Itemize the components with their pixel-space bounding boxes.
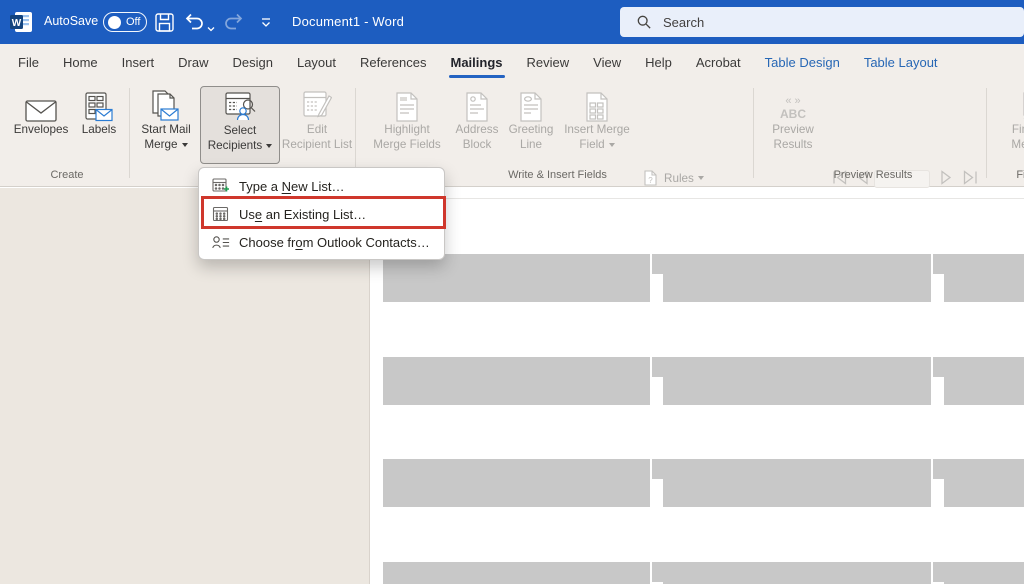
chevron-down-icon xyxy=(266,144,272,148)
select-recipients-icon xyxy=(224,87,256,123)
svg-text:W: W xyxy=(12,18,22,29)
edit-recipient-list-icon xyxy=(302,86,332,122)
save-icon[interactable] xyxy=(154,12,174,32)
shaded-label-cell xyxy=(663,459,931,507)
start-mail-merge-button[interactable]: Start Mail Merge xyxy=(134,86,198,164)
shaded-label-cell xyxy=(383,357,650,405)
group-separator xyxy=(129,88,130,178)
chevron-down-icon xyxy=(609,143,615,147)
greeting-line-icon xyxy=(519,86,543,122)
tab-acrobat[interactable]: Acrobat xyxy=(684,44,753,80)
preview-results-button: « » ABC Preview Results xyxy=(762,86,824,164)
shaded-label-cell xyxy=(663,254,931,302)
customize-toolbar-icon[interactable] xyxy=(256,12,276,32)
chevron-down-icon xyxy=(182,143,188,147)
tab-draw[interactable]: Draw xyxy=(166,44,220,80)
label-spacer-cell xyxy=(931,562,944,584)
labels-icon xyxy=(85,86,113,122)
label-spacer-cell xyxy=(931,459,944,507)
preview-results-icon: « » ABC xyxy=(776,86,810,122)
tab-mailings[interactable]: Mailings xyxy=(439,44,515,80)
word-window: W AutoSave Off xyxy=(0,0,1024,584)
svg-text:ABC: ABC xyxy=(780,107,806,121)
chevron-down-icon xyxy=(698,176,704,180)
redo-icon xyxy=(224,12,244,32)
table-top-border xyxy=(371,198,1024,199)
outlook-contacts-icon xyxy=(212,233,230,251)
finish-merge-button: Finish & Merge xyxy=(996,86,1024,164)
shaded-label-cell xyxy=(383,459,650,507)
document-title: Document1 - Word xyxy=(292,14,404,29)
undo-dropdown-icon[interactable] xyxy=(207,19,215,37)
label-spacer-cell xyxy=(650,254,663,302)
shaded-label-cell xyxy=(944,254,1024,302)
labels-button[interactable]: Labels xyxy=(74,86,124,164)
start-mail-merge-icon xyxy=(152,86,180,122)
label-spacer-cell xyxy=(931,254,944,302)
shaded-label-cell xyxy=(383,562,650,584)
insert-merge-field-icon xyxy=(585,86,609,122)
tab-file[interactable]: File xyxy=(6,44,51,80)
autosave-state: Off xyxy=(126,16,140,28)
label-spacer-cell xyxy=(650,459,663,507)
tab-review[interactable]: Review xyxy=(515,44,582,80)
word-logo-icon: W xyxy=(9,10,33,34)
search-placeholder: Search xyxy=(663,15,704,30)
tab-layout[interactable]: Layout xyxy=(285,44,348,80)
tab-design[interactable]: Design xyxy=(221,44,285,80)
group-separator xyxy=(986,88,987,178)
tab-table-design[interactable]: Table Design xyxy=(753,44,852,80)
envelope-icon xyxy=(25,86,57,122)
svg-text:« »: « » xyxy=(785,95,800,107)
label-table-row xyxy=(383,562,1024,584)
shaded-label-cell xyxy=(944,357,1024,405)
address-block-button: Address Block xyxy=(452,86,502,164)
edit-recipient-list-button: Edit Recipient List xyxy=(282,86,352,164)
undo-icon[interactable] xyxy=(184,12,204,32)
group-label-preview-results: Preview Results xyxy=(760,169,986,181)
ribbon-tabs: File Home Insert Draw Design Layout Refe… xyxy=(0,44,1024,80)
group-label-finish: Finish xyxy=(996,169,1024,181)
address-block-icon xyxy=(465,86,489,122)
highlight-merge-fields-icon xyxy=(395,86,419,122)
shaded-label-cell xyxy=(663,357,931,405)
tab-view[interactable]: View xyxy=(581,44,633,80)
shaded-label-cell xyxy=(663,562,931,584)
table-new-list-icon xyxy=(212,177,230,195)
label-spacer-cell xyxy=(931,357,944,405)
tab-help[interactable]: Help xyxy=(633,44,684,80)
group-separator xyxy=(753,88,754,178)
label-table-row xyxy=(383,357,1024,405)
label-table-row xyxy=(383,459,1024,507)
group-label-write-insert-fields: Write & Insert Fields xyxy=(430,169,685,181)
document-page[interactable] xyxy=(371,188,1024,584)
search-icon xyxy=(637,15,651,29)
highlight-merge-fields-button: Highlight Merge Fields xyxy=(362,86,452,164)
tab-insert[interactable]: Insert xyxy=(110,44,167,80)
finish-merge-icon xyxy=(1020,86,1024,122)
title-bar: W AutoSave Off xyxy=(0,0,1024,44)
greeting-line-button: Greeting Line xyxy=(504,86,558,164)
menu-item-choose-from-outlook-contacts[interactable]: Choose from Outlook Contacts… xyxy=(199,228,444,256)
tab-references[interactable]: References xyxy=(348,44,438,80)
envelopes-button[interactable]: Envelopes xyxy=(10,86,72,164)
label-table-row xyxy=(383,254,1024,302)
insert-merge-field-button: Insert Merge Field xyxy=(560,86,634,164)
autosave-label: AutoSave xyxy=(44,14,98,28)
label-spacer-cell xyxy=(650,357,663,405)
label-spacer-cell xyxy=(650,562,663,584)
tab-home[interactable]: Home xyxy=(51,44,110,80)
autosave-toggle[interactable]: Off xyxy=(103,12,147,32)
group-label-create: Create xyxy=(10,169,124,181)
shaded-label-cell xyxy=(944,459,1024,507)
shaded-label-cell xyxy=(944,562,1024,584)
search-input[interactable]: Search xyxy=(620,7,1024,37)
ribbon-mailings: Envelopes Labels Create xyxy=(0,80,1024,187)
annotation-highlight-box xyxy=(201,196,446,229)
group-separator xyxy=(355,88,356,178)
shaded-label-cell xyxy=(383,254,650,302)
select-recipients-button[interactable]: Select Recipients xyxy=(200,86,280,164)
autosave-toggle-knob xyxy=(108,16,121,29)
tab-table-layout[interactable]: Table Layout xyxy=(852,44,950,80)
